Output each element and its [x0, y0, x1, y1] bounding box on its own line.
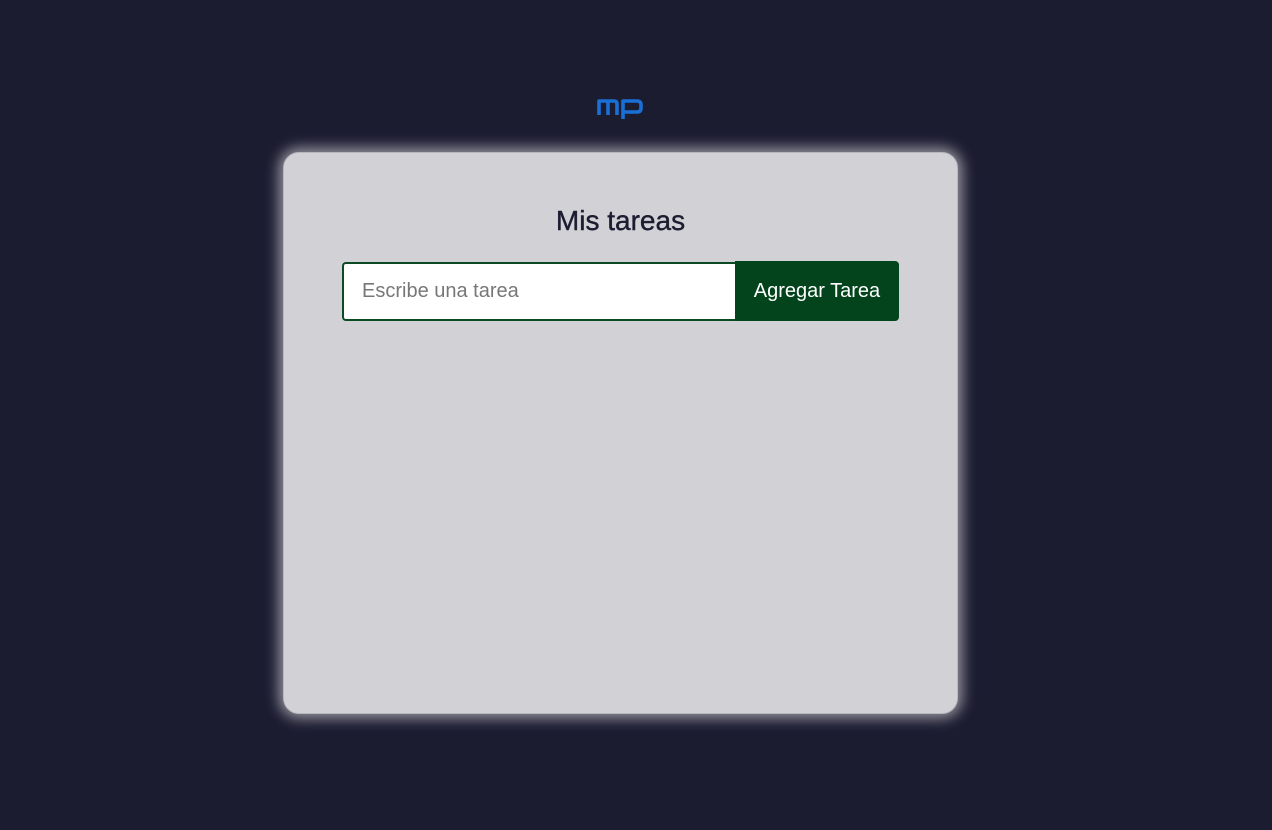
add-task-form: Agregar Tarea — [342, 261, 899, 322]
tasks-card: Mis tareas Agregar Tarea — [283, 152, 958, 714]
task-list — [342, 343, 899, 683]
page-title: Mis tareas — [555, 205, 686, 236]
logo — [597, 93, 644, 120]
add-task-button[interactable]: Agregar Tarea — [735, 261, 899, 321]
mp-logo-icon — [597, 99, 643, 119]
task-input[interactable] — [342, 262, 735, 321]
